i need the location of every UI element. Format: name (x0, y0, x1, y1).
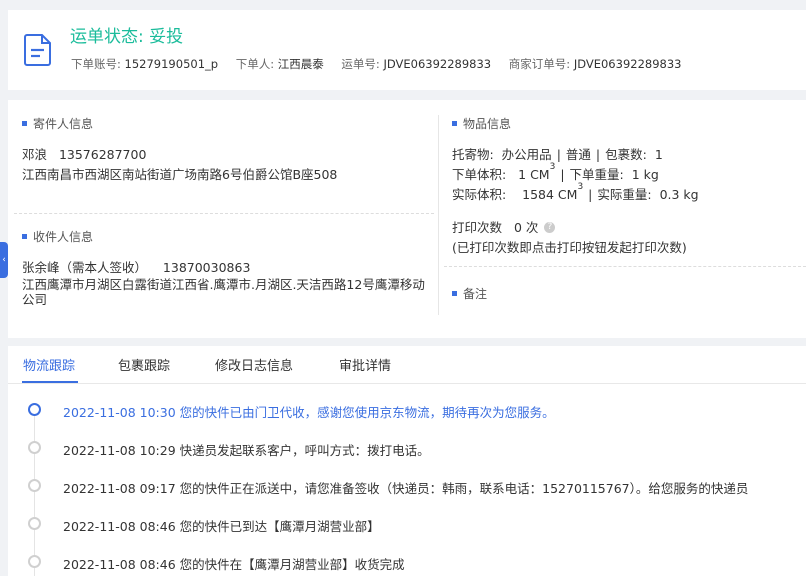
section-divider (14, 213, 434, 214)
order-weight-value: 1 kg (631, 167, 659, 182)
collapse-panel-tab[interactable]: ‹ (0, 242, 8, 278)
cube-superscript: 3 (549, 162, 556, 172)
timeline-item: 2022-11-08 10:30 您的快件已由门卫代收，感谢您使用京东物流，期待… (8, 400, 806, 420)
merchant-order-value: JDVE06392289833 (573, 57, 682, 71)
timeline-item: 2022-11-08 10:29 快递员发起联系客户，呼叫方式：拨打电话。 (8, 438, 806, 458)
print-count-label: 打印次数 (452, 220, 503, 235)
cube-superscript: 3 (577, 182, 584, 192)
sender-section-title: 寄件人信息 (22, 115, 93, 132)
orderer-label: 下单人: (235, 57, 275, 71)
account-label: 下单账号: (71, 57, 121, 71)
order-volume-label: 下单体积: (452, 167, 507, 182)
help-icon[interactable]: ? (544, 222, 556, 233)
actual-weight-label: 实际重量: (597, 187, 652, 202)
section-divider (444, 266, 806, 267)
waybill-meta: 下单账号: 15279190501_p 下单人: 江西晨泰 运单号: JDVE0… (71, 56, 695, 72)
timeline-item: 2022-11-08 09:17 您的快件正在派送中，请您准备签收（快递员：韩雨… (8, 476, 806, 496)
merchant-order-label: 商家订单号: (508, 57, 571, 71)
consignment-label: 托寄物: (452, 147, 494, 162)
receiver-contact: 张余峰（需本人签收） 13870030863 (22, 257, 250, 276)
actual-weight-value: 0.3 kg (659, 187, 699, 202)
package-label: 包裹数: (605, 147, 647, 162)
timeline-text: 您的快件正在派送中，请您准备签收（快递员：韩雨，联系电话：15270115767… (179, 481, 749, 496)
timeline-time: 2022-11-08 10:29 (63, 443, 176, 458)
timeline-time: 2022-11-08 10:30 (63, 405, 176, 420)
orderer-value: 江西晨泰 (277, 57, 324, 71)
account-value: 15279190501_p (124, 57, 219, 71)
timeline-time: 2022-11-08 08:46 (63, 519, 176, 534)
receiver-section-title: 收件人信息 (22, 228, 93, 245)
timeline-text: 快递员发起联系客户，呼叫方式：拨打电话。 (179, 443, 430, 458)
consignment-value: 办公用品 (501, 147, 552, 162)
print-count-value: 0 次 (513, 220, 539, 235)
timeline-text: 您的快件已由门卫代收，感谢您使用京东物流，期待再次为您服务。 (179, 405, 555, 420)
sender-address: 江西南昌市西湖区南站街道广场南路6号伯爵公馆B座508 (22, 167, 338, 182)
order-weight-label: 下单重量: (569, 167, 624, 182)
service-value: 普通 (565, 147, 591, 162)
detail-tabs: 物流跟踪 包裹跟踪 修改日志信息 审批详情 (8, 346, 806, 384)
chevron-left-icon: ‹ (2, 255, 6, 265)
waybill-status: 运单状态: 妥投 (70, 27, 184, 47)
tracking-card: 物流跟踪 包裹跟踪 修改日志信息 审批详情 2022-11-08 10:30 您… (8, 346, 806, 576)
remarks-section-title: 备注 (452, 285, 487, 302)
active-tab-indicator (22, 381, 78, 383)
tab-change-log[interactable]: 修改日志信息 (215, 355, 293, 374)
print-count-row: 打印次数 0 次? (452, 217, 556, 236)
timeline-dot (28, 441, 41, 454)
timeline-dot (28, 403, 41, 416)
receiver-phone: 13870030863 (162, 260, 251, 275)
sender-contact: 邓浪 13576287700 (22, 144, 146, 163)
timeline-dot (28, 555, 41, 568)
waybill-label: 运单号: (341, 57, 380, 71)
receiver-name: 张余峰（需本人签收） (22, 260, 148, 275)
timeline-time: 2022-11-08 08:46 (63, 557, 176, 572)
tab-package-tracking[interactable]: 包裹跟踪 (118, 355, 170, 374)
timeline-item: 2022-11-08 08:46 您的快件在【鹰潭月湖营业部】收货完成 (8, 552, 806, 572)
timeline-dot (28, 517, 41, 530)
timeline-dot (28, 479, 41, 492)
actual-volume-value: 1584 CM (522, 187, 578, 202)
goods-actual-size-row: 实际体积: 1584 CM3 | 实际重量: 0.3 kg (452, 182, 699, 202)
timeline-item: 2022-11-08 08:46 您的快件已到达【鹰潭月湖营业部】 (8, 514, 806, 534)
tab-logistics-tracking[interactable]: 物流跟踪 (23, 355, 75, 374)
timeline-time: 2022-11-08 09:17 (63, 481, 176, 496)
timeline-text: 您的快件已到达【鹰潭月湖营业部】 (179, 519, 380, 534)
waybill-value: JDVE06392289833 (383, 57, 492, 71)
print-count-hint: (已打印次数即点击打印按钮发起打印次数) (452, 240, 687, 255)
document-icon (24, 34, 51, 66)
sender-name: 邓浪 (22, 147, 48, 162)
goods-order-size-row: 下单体积: 1 CM3 | 下单重量: 1 kg (452, 162, 659, 182)
waybill-header: 运单状态: 妥投 下单账号: 15279190501_p 下单人: 江西晨泰 运… (8, 10, 806, 90)
timeline-text: 您的快件在【鹰潭月湖营业部】收货完成 (179, 557, 405, 572)
goods-section-title: 物品信息 (452, 115, 511, 132)
column-divider (438, 115, 439, 315)
shipment-info-card: 寄件人信息 邓浪 13576287700 江西南昌市西湖区南站街道广场南路6号伯… (8, 100, 806, 338)
goods-consignment-row: 托寄物: 办公用品 | 普通 | 包裹数: 1 (452, 147, 663, 162)
package-value: 1 (654, 147, 663, 162)
tab-approval-details[interactable]: 审批详情 (339, 355, 391, 374)
sender-phone: 13576287700 (58, 147, 147, 162)
actual-volume-label: 实际体积: (452, 187, 507, 202)
receiver-address: 江西鹰潭市月湖区白露街道江西省.鹰潭市.月湖区.天洁西路12号鹰潭移动公司 (22, 277, 425, 307)
order-volume-value: 1 CM (518, 167, 550, 182)
